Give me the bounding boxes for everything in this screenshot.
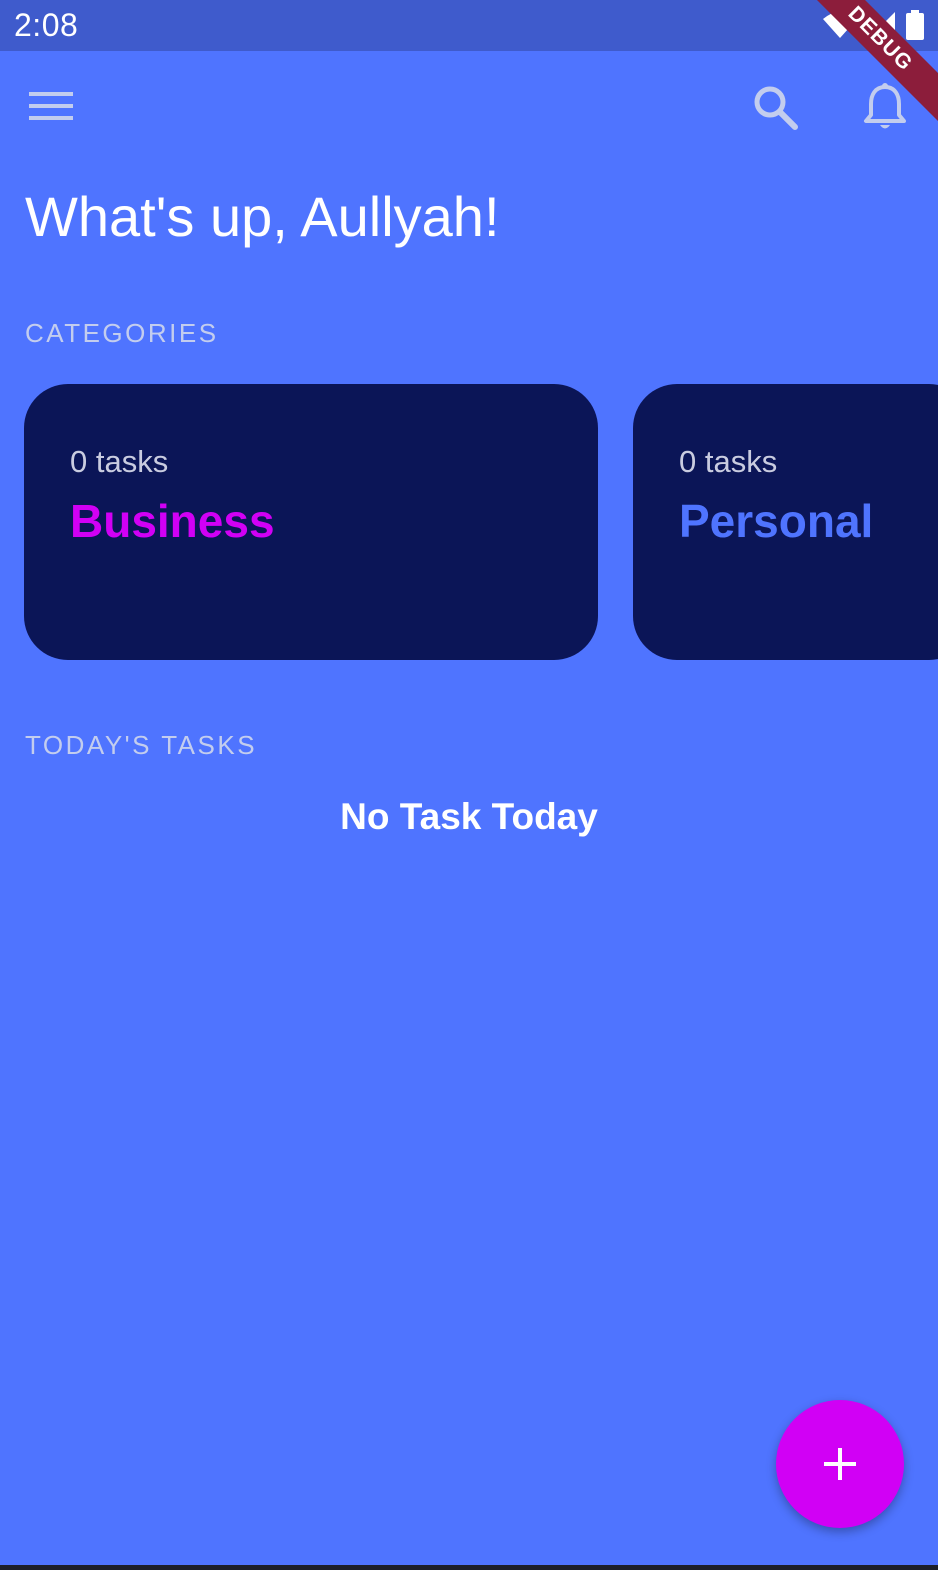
status-time: 2:08: [14, 7, 79, 43]
todays-tasks-label: TODAY'S TASKS: [25, 730, 258, 760]
plus-icon: [824, 1448, 856, 1480]
bell-icon[interactable]: [862, 82, 908, 132]
search-icon[interactable]: [752, 84, 798, 130]
category-card-business[interactable]: 0 tasks Business: [24, 384, 598, 660]
category-name: Business: [70, 495, 275, 547]
categories-label: CATEGORIES: [25, 318, 219, 348]
empty-tasks-message: No Task Today: [340, 796, 598, 837]
battery-icon: [906, 10, 924, 40]
add-task-button[interactable]: [776, 1400, 904, 1528]
category-task-count: 0 tasks: [70, 444, 169, 479]
home-screen: 2:08 DEBUG What's up, Aullyah! CATEGORIE…: [0, 0, 938, 1570]
category-task-count: 0 tasks: [679, 444, 778, 479]
bottom-edge: [0, 1565, 938, 1570]
greeting-title: What's up, Aullyah!: [25, 185, 500, 248]
category-name: Personal: [679, 495, 874, 547]
category-card-personal[interactable]: 0 tasks Personal: [633, 384, 938, 660]
status-bar: 2:08: [0, 0, 938, 51]
menu-icon[interactable]: [28, 88, 74, 124]
